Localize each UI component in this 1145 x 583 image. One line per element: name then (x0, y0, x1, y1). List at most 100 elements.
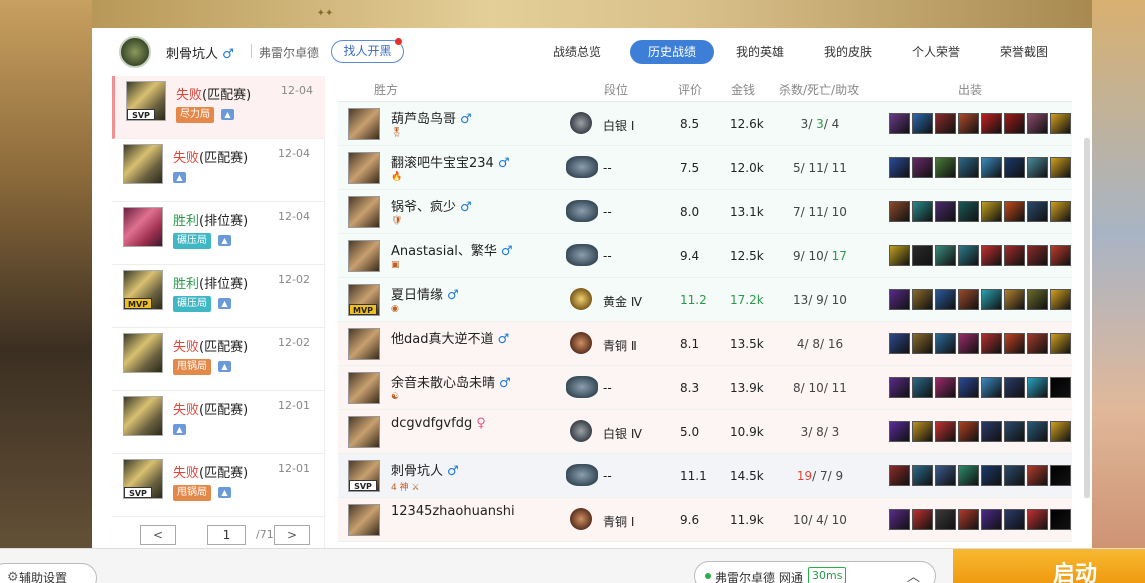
item-icon[interactable] (958, 465, 979, 486)
item-icon[interactable] (889, 421, 910, 442)
summoner-name[interactable]: Anastasial、繁华 ♂ (391, 240, 513, 259)
summoner-name[interactable]: 翻滚吧牛宝宝234 ♂ (391, 152, 509, 171)
item-icon[interactable] (981, 201, 1002, 222)
item-icon[interactable] (935, 245, 956, 266)
launch-button[interactable]: 启动 (953, 549, 1145, 583)
item-icon[interactable] (1050, 113, 1071, 134)
item-icon[interactable] (1050, 157, 1071, 178)
summoner-name[interactable]: dcgvdfgvfdg ♀ (391, 416, 486, 431)
item-icon[interactable] (1050, 201, 1071, 222)
item-icon[interactable] (889, 201, 910, 222)
item-icon[interactable] (912, 157, 933, 178)
item-icon[interactable] (889, 465, 910, 486)
table-row[interactable]: 翻滚吧牛宝宝234 ♂ 🔥 -- 7.5 12.0k 5/ 11/ 11 (338, 146, 1072, 190)
match-item[interactable]: SVP 失败(匹配赛) 12-04 尽力局 ▲ (112, 76, 325, 139)
item-icon[interactable] (935, 377, 956, 398)
item-icon[interactable] (1027, 421, 1048, 442)
item-icon[interactable] (958, 289, 979, 310)
image-icon[interactable]: ▲ (221, 109, 234, 120)
item-icon[interactable] (1004, 421, 1025, 442)
match-item[interactable]: 胜利(排位赛) 12-04 碾压局 ▲ (112, 202, 325, 265)
tab-overview[interactable]: 战绩总览 (547, 40, 607, 64)
match-item[interactable]: SVP 失败(匹配赛) 12-01 甩锅局 ▲ (112, 454, 325, 517)
item-icon[interactable] (1050, 509, 1071, 530)
item-icon[interactable] (958, 245, 979, 266)
item-icon[interactable] (935, 113, 956, 134)
item-icon[interactable] (912, 333, 933, 354)
image-icon[interactable]: ▲ (218, 487, 231, 498)
image-icon[interactable]: ▲ (218, 361, 231, 372)
item-icon[interactable] (1027, 201, 1048, 222)
item-icon[interactable] (912, 289, 933, 310)
item-icon[interactable] (958, 113, 979, 134)
item-icon[interactable] (981, 421, 1002, 442)
item-icon[interactable] (1027, 113, 1048, 134)
tab-heroes[interactable]: 我的英雄 (730, 40, 790, 64)
item-icon[interactable] (1004, 157, 1025, 178)
champion-avatar[interactable] (348, 328, 380, 360)
item-icon[interactable] (1004, 113, 1025, 134)
item-icon[interactable] (1050, 289, 1071, 310)
item-icon[interactable] (1004, 465, 1025, 486)
match-item[interactable]: 失败(匹配赛) 12-02 甩锅局 ▲ (112, 328, 325, 391)
item-icon[interactable] (981, 377, 1002, 398)
item-icon[interactable] (889, 157, 910, 178)
image-icon[interactable]: ▲ (218, 298, 231, 309)
item-icon[interactable] (912, 245, 933, 266)
item-icon[interactable] (935, 201, 956, 222)
item-icon[interactable] (1004, 377, 1025, 398)
item-icon[interactable] (1027, 245, 1048, 266)
item-icon[interactable] (958, 333, 979, 354)
item-icon[interactable] (935, 289, 956, 310)
server-selector[interactable]: 弗雷尔卓德 网通 30ms ︿ (694, 561, 936, 583)
image-icon[interactable]: ▲ (173, 424, 186, 435)
tab-skins[interactable]: 我的皮肤 (818, 40, 878, 64)
item-icon[interactable] (1004, 509, 1025, 530)
item-icon[interactable] (981, 157, 1002, 178)
item-icon[interactable] (1050, 421, 1071, 442)
item-icon[interactable] (1050, 245, 1071, 266)
prev-page-button[interactable]: < (140, 525, 176, 545)
item-icon[interactable] (981, 333, 1002, 354)
match-item[interactable]: MVP 胜利(排位赛) 12-02 碾压局 ▲ (112, 265, 325, 328)
item-icon[interactable] (912, 113, 933, 134)
table-row[interactable]: 锅爷、疯少 ♂ 🛡 -- 8.0 13.1k 7/ 11/ 10 (338, 190, 1072, 234)
item-icon[interactable] (935, 157, 956, 178)
item-icon[interactable] (958, 509, 979, 530)
item-icon[interactable] (958, 377, 979, 398)
champion-avatar[interactable]: MVP (348, 284, 380, 316)
item-icon[interactable] (889, 333, 910, 354)
table-row[interactable]: dcgvdfgvfdg ♀ 白银 Ⅳ 5.0 10.9k 3/ 8/ 3 (338, 410, 1072, 454)
avatar[interactable] (119, 36, 151, 68)
item-icon[interactable] (1050, 377, 1071, 398)
table-row[interactable]: Anastasial、繁华 ♂ ▣ -- 9.4 12.5k 9/ 10/ 17 (338, 234, 1072, 278)
item-icon[interactable] (912, 201, 933, 222)
item-icon[interactable] (981, 509, 1002, 530)
champion-avatar[interactable] (348, 108, 380, 140)
champion-avatar[interactable] (348, 416, 380, 448)
item-icon[interactable] (912, 509, 933, 530)
summoner-name[interactable]: 他dad真大逆不道 ♂ (391, 328, 509, 347)
tab-honor-screenshots[interactable]: 荣誉截图 (994, 40, 1054, 64)
item-icon[interactable] (912, 421, 933, 442)
item-icon[interactable] (1027, 157, 1048, 178)
match-item[interactable]: 失败(匹配赛) 12-04 ▲ (112, 139, 325, 202)
table-row[interactable]: 12345zhaohuanshi 青铜 Ⅰ 9.6 11.9k 10/ 4/ 10 (338, 498, 1072, 542)
next-page-button[interactable]: > (274, 525, 310, 545)
summoner-name[interactable]: 锅爷、疯少 ♂ (391, 196, 472, 215)
tab-history[interactable]: 历史战绩 (630, 40, 714, 64)
champion-avatar[interactable] (348, 196, 380, 228)
table-row[interactable]: 葫芦岛鸟哥 ♂ 🎖 白银 Ⅰ 8.5 12.6k 3/ 3/ 4 (338, 102, 1072, 146)
summoner-name[interactable]: 夏日情缘 ♂ (391, 284, 459, 303)
item-icon[interactable] (889, 509, 910, 530)
item-icon[interactable] (958, 157, 979, 178)
summoner-name[interactable]: 刺骨坑人 ♂ (391, 460, 459, 479)
item-icon[interactable] (1027, 465, 1048, 486)
item-icon[interactable] (1004, 289, 1025, 310)
item-icon[interactable] (1004, 333, 1025, 354)
item-icon[interactable] (981, 113, 1002, 134)
item-icon[interactable] (1004, 245, 1025, 266)
item-icon[interactable] (958, 421, 979, 442)
item-icon[interactable] (1027, 509, 1048, 530)
table-row[interactable]: MVP 夏日情缘 ♂ ◉ 黄金 Ⅳ 11.2 17.2k 13/ 9/ 10 (338, 278, 1072, 322)
